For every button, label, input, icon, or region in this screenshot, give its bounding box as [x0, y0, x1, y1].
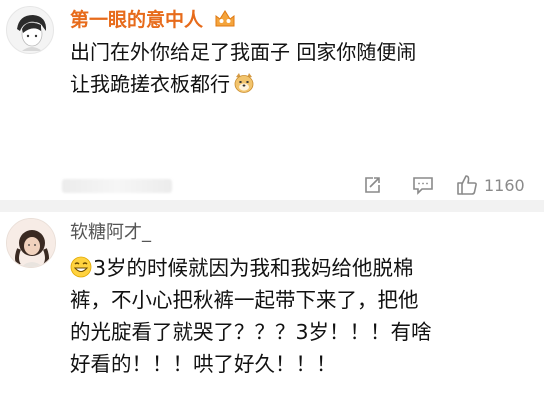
comment-line: 好看的！！！哄了好久！！！	[70, 352, 337, 376]
comment-icon	[413, 177, 433, 195]
thumbs-up-icon	[457, 175, 477, 195]
comment-text: 3岁的时候就因为我和我妈给他脱棉 裤，不小心把秋裤一起带下来了，把他 的光腚看了…	[70, 252, 510, 380]
comment-item: 软糖阿才_ 3岁的时候就因为我和我妈给他脱棉 裤，不小心把秋裤一起带下来了，把他…	[0, 212, 544, 404]
like-count: 1160	[484, 175, 525, 195]
member-badge-icon	[215, 10, 235, 27]
comment-line: 裤，不小心把秋裤一起带下来了，把他	[70, 288, 419, 312]
forward-icon	[365, 177, 380, 193]
username-text[interactable]: 第一眼的意中人	[70, 9, 203, 31]
comment-text: 出门在外你给足了我面子 回家你随便闹 让我跪搓衣板都行	[70, 36, 530, 100]
doge-emoji-icon	[234, 73, 254, 93]
timestamp-blurred	[62, 179, 172, 193]
comment-line: 出门在外你给足了我面子 回家你随便闹	[70, 40, 417, 64]
comment-line: 3岁的时候就因为我和我妈给他脱棉	[70, 252, 510, 284]
comment-item: 第一眼的意中人 出门在外你给足了我面子 回家你随便闹 让我跪搓衣板都行 1160	[0, 0, 544, 200]
comment-actions: 1160	[362, 172, 525, 198]
comment-line: 让我跪搓衣板都行	[70, 68, 530, 100]
comment-line: 的光腚看了就哭了？？？3岁！！！有啥	[70, 320, 432, 344]
avatar[interactable]	[6, 218, 56, 268]
username[interactable]: 第一眼的意中人	[70, 5, 236, 32]
reply-button[interactable]	[412, 175, 434, 195]
comment-divider	[0, 200, 544, 212]
username[interactable]: 软糖阿才_	[70, 218, 151, 244]
like-button[interactable]: 1160	[456, 174, 525, 196]
comment-line-text: 3岁的时候就因为我和我妈给他脱棉	[93, 256, 414, 280]
avatar[interactable]	[6, 6, 54, 54]
comment-line-text: 让我跪搓衣板都行	[70, 72, 230, 96]
forward-button[interactable]	[362, 175, 382, 195]
grin-emoji-icon	[70, 256, 92, 278]
